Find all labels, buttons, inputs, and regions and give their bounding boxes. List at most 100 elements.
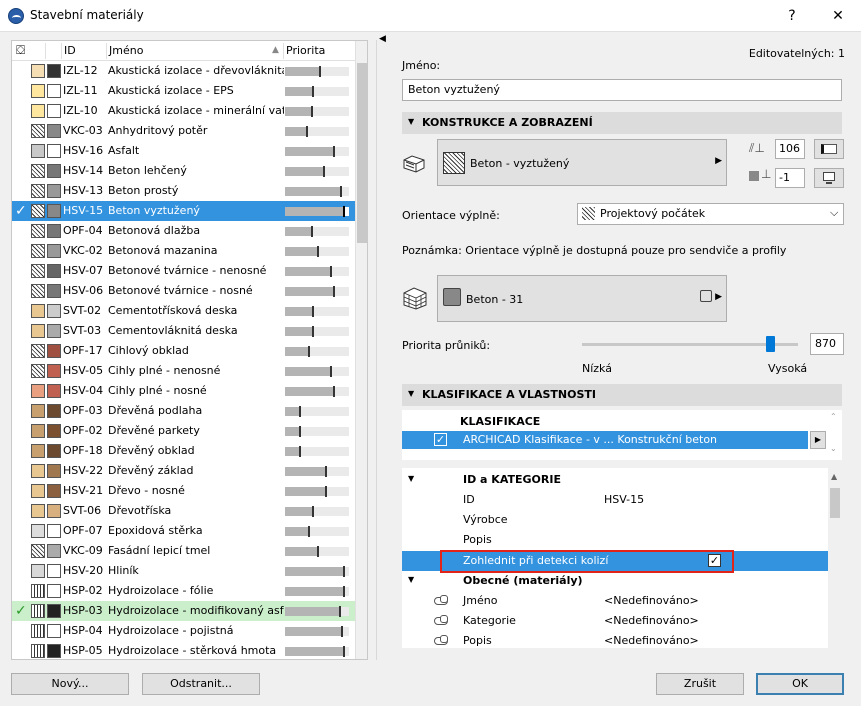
window-title: Stavební materiály bbox=[30, 8, 144, 22]
table-row[interactable]: HSV-06 Betonové tvárnice - nosné bbox=[12, 281, 355, 301]
table-row[interactable]: HSV-05 Cihly plné - nenosné bbox=[12, 361, 355, 381]
scroll-down-icon[interactable]: ⌄ bbox=[830, 444, 837, 453]
property-name: Popis bbox=[463, 634, 492, 647]
table-row[interactable]: HSP-04 Hydroizolace - pojistná bbox=[12, 621, 355, 641]
priority-bar bbox=[285, 286, 349, 297]
ok-button[interactable]: OK bbox=[756, 673, 844, 695]
fill-swatch bbox=[31, 64, 45, 78]
priority-input[interactable]: 870 bbox=[810, 333, 844, 355]
surface-swatch bbox=[47, 404, 61, 418]
pen-2-input[interactable]: -1 bbox=[775, 168, 805, 188]
property-row[interactable]: Kategorie <Nedefinováno> bbox=[402, 611, 828, 631]
table-row[interactable]: HSV-20 Hliník bbox=[12, 561, 355, 581]
material-list: ⛋ ID Jméno ▲ Priorita IZL-12 Akustická iz… bbox=[11, 40, 368, 660]
priority-bar bbox=[285, 566, 349, 577]
table-row[interactable]: HSV-04 Cihly plné - nosné bbox=[12, 381, 355, 401]
table-row[interactable]: VKC-02 Betonová mazanina bbox=[12, 241, 355, 261]
surface-swatch bbox=[47, 204, 61, 218]
table-row[interactable]: HSP-02 Hydroizolace - fólie bbox=[12, 581, 355, 601]
priority-bar bbox=[285, 366, 349, 377]
table-row[interactable]: HSV-21 Dřevo - nosné bbox=[12, 481, 355, 501]
property-value[interactable]: <Nedefinováno> bbox=[604, 634, 699, 647]
row-name: Hydroizolace - stěrková hmota bbox=[108, 644, 277, 657]
row-name: Fasádní lepicí tmel bbox=[108, 544, 211, 557]
scroll-up-icon[interactable]: ⌃ bbox=[830, 412, 837, 421]
row-name: Betonové tvárnice - nenosné bbox=[108, 264, 267, 277]
table-row[interactable]: HSV-07 Betonové tvárnice - nenosné bbox=[12, 261, 355, 281]
fill-name: Beton - vyztužený bbox=[470, 157, 570, 170]
classification-checkbox[interactable]: ✓ bbox=[434, 433, 447, 446]
id-category-header-row[interactable]: ▼ ID a KATEGORIE bbox=[402, 470, 828, 490]
property-value[interactable]: HSV-15 bbox=[604, 493, 644, 506]
pen-1-color-button[interactable] bbox=[814, 139, 844, 159]
table-row[interactable]: VKC-03 Anhydritový potěr bbox=[12, 121, 355, 141]
name-column-header[interactable]: Jméno bbox=[109, 44, 143, 57]
property-row[interactable]: Výrobce bbox=[402, 510, 828, 530]
priority-bar bbox=[285, 506, 349, 517]
section-construction[interactable]: ▼ KONSTRUKCE A ZOBRAZENÍ bbox=[402, 112, 842, 134]
scroll-up-icon[interactable]: ▲ bbox=[831, 472, 837, 481]
list-scrollbar-thumb[interactable] bbox=[357, 63, 367, 243]
pen-2-color-button[interactable] bbox=[814, 168, 844, 188]
table-row[interactable]: HSP-05 Hydroizolace - stěrková hmota bbox=[12, 641, 355, 659]
surface-swatch bbox=[47, 324, 61, 338]
collapse-triangle-icon: ▼ bbox=[408, 117, 415, 126]
cancel-button[interactable]: Zrušit bbox=[656, 673, 744, 695]
table-row[interactable]: HSV-22 Dřevěný základ bbox=[12, 461, 355, 481]
fill-swatch bbox=[31, 604, 45, 618]
table-row[interactable]: IZL-12 Akustická izolace - dřevovláknitá … bbox=[12, 61, 355, 81]
table-row[interactable]: SVT-06 Dřevotříska bbox=[12, 501, 355, 521]
property-value[interactable]: <Nedefinováno> bbox=[604, 614, 699, 627]
property-row[interactable]: Popis <Nedefinováno> bbox=[402, 631, 828, 648]
row-id: OPF-02 bbox=[63, 424, 103, 437]
fill-selector[interactable]: Beton - vyztužený ▶ bbox=[437, 139, 727, 186]
classification-expand-button[interactable]: ▶ bbox=[810, 431, 826, 449]
properties-scrollbar-thumb[interactable] bbox=[830, 488, 840, 518]
property-row[interactable]: Popis bbox=[402, 530, 828, 550]
fill-swatch bbox=[31, 644, 45, 658]
surface-selector[interactable]: Beton - 31 ▶ bbox=[437, 275, 727, 322]
new-button[interactable]: Nový... bbox=[11, 673, 129, 695]
row-name: Asfalt bbox=[108, 144, 140, 157]
pen-lines-icon: ⫽⊥ bbox=[749, 141, 765, 155]
table-row[interactable]: OPF-07 Epoxidová stěrka bbox=[12, 521, 355, 541]
delete-button[interactable]: Odstranit... bbox=[142, 673, 260, 695]
pen-1-input[interactable]: 106 bbox=[775, 139, 805, 159]
table-row[interactable]: OPF-03 Dřevěná podlaha bbox=[12, 401, 355, 421]
collapse-left-icon[interactable]: ◀ bbox=[379, 34, 386, 44]
name-input[interactable]: Beton vyztužený bbox=[402, 79, 842, 101]
id-column-header[interactable]: ID bbox=[64, 44, 76, 57]
classification-row[interactable]: ✓ ARCHICAD Klasifikace - v ... Konstrukč… bbox=[402, 431, 808, 449]
help-button[interactable]: ? bbox=[769, 0, 815, 32]
property-row[interactable]: ID HSV-15 bbox=[402, 490, 828, 510]
table-row[interactable]: IZL-11 Akustická izolace - EPS bbox=[12, 81, 355, 101]
table-row[interactable]: HSV-13 Beton prostý bbox=[12, 181, 355, 201]
table-row[interactable]: HSV-16 Asfalt bbox=[12, 141, 355, 161]
property-value[interactable]: <Nedefinováno> bbox=[604, 594, 699, 607]
collapse-triangle-icon: ▼ bbox=[408, 389, 415, 398]
general-header-row[interactable]: ▼ Obecné (materiály) bbox=[402, 571, 828, 591]
table-row[interactable]: OPF-02 Dřevěné parkety bbox=[12, 421, 355, 441]
close-button[interactable]: ✕ bbox=[815, 0, 861, 32]
table-row[interactable]: HSV-14 Beton lehčený bbox=[12, 161, 355, 181]
row-id: IZL-11 bbox=[63, 84, 98, 97]
table-row[interactable]: OPF-17 Cihlový obklad bbox=[12, 341, 355, 361]
table-row[interactable]: SVT-02 Cementotřísková deska bbox=[12, 301, 355, 321]
table-row[interactable]: OPF-04 Betonová dlažba bbox=[12, 221, 355, 241]
orientation-select[interactable]: Projektový počátek bbox=[577, 203, 844, 225]
section-classification[interactable]: ▼ KLASIFIKACE A VLASTNOSTI bbox=[402, 384, 842, 406]
table-row[interactable]: IZL-10 Akustická izolace - minerální vata bbox=[12, 101, 355, 121]
table-row[interactable]: VKC-09 Fasádní lepicí tmel bbox=[12, 541, 355, 561]
fill-orientation-icon bbox=[582, 207, 595, 220]
priority-slider-thumb[interactable] bbox=[765, 336, 775, 352]
property-row[interactable]: Jméno <Nedefinováno> bbox=[402, 591, 828, 611]
swatch-column-icon[interactable]: ⛋ bbox=[16, 43, 25, 58]
classification-header: KLASIFIKACE bbox=[460, 415, 541, 428]
priority-column-header[interactable]: Priorita bbox=[286, 44, 325, 57]
table-row[interactable]: ✓ HSP-03 Hydroizolace - modifikovaný asfal… bbox=[12, 601, 355, 621]
table-row[interactable]: ✓ HSV-15 Beton vyztužený bbox=[12, 201, 355, 221]
table-row[interactable]: SVT-03 Cementovláknitá deska bbox=[12, 321, 355, 341]
row-id: HSV-16 bbox=[63, 144, 104, 157]
table-row[interactable]: OPF-18 Dřevěný obklad bbox=[12, 441, 355, 461]
panel-divider[interactable] bbox=[376, 40, 377, 660]
